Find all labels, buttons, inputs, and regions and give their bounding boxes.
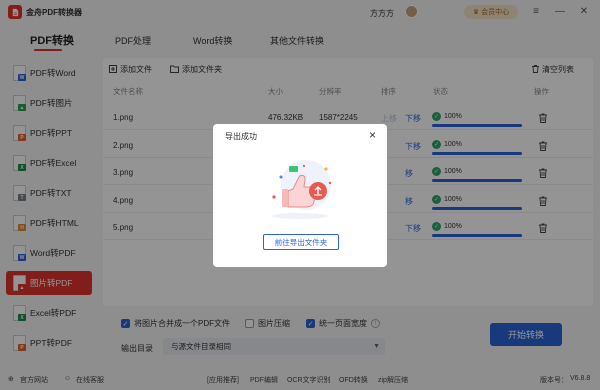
dialog-title: 导出成功 bbox=[225, 132, 257, 141]
export-success-dialog: 导出成功 × 前往导出文件夹 bbox=[213, 124, 387, 267]
open-export-folder-button[interactable]: 前往导出文件夹 bbox=[263, 234, 339, 250]
close-icon[interactable]: × bbox=[369, 128, 376, 142]
thumbs-up-illustration bbox=[272, 160, 332, 219]
